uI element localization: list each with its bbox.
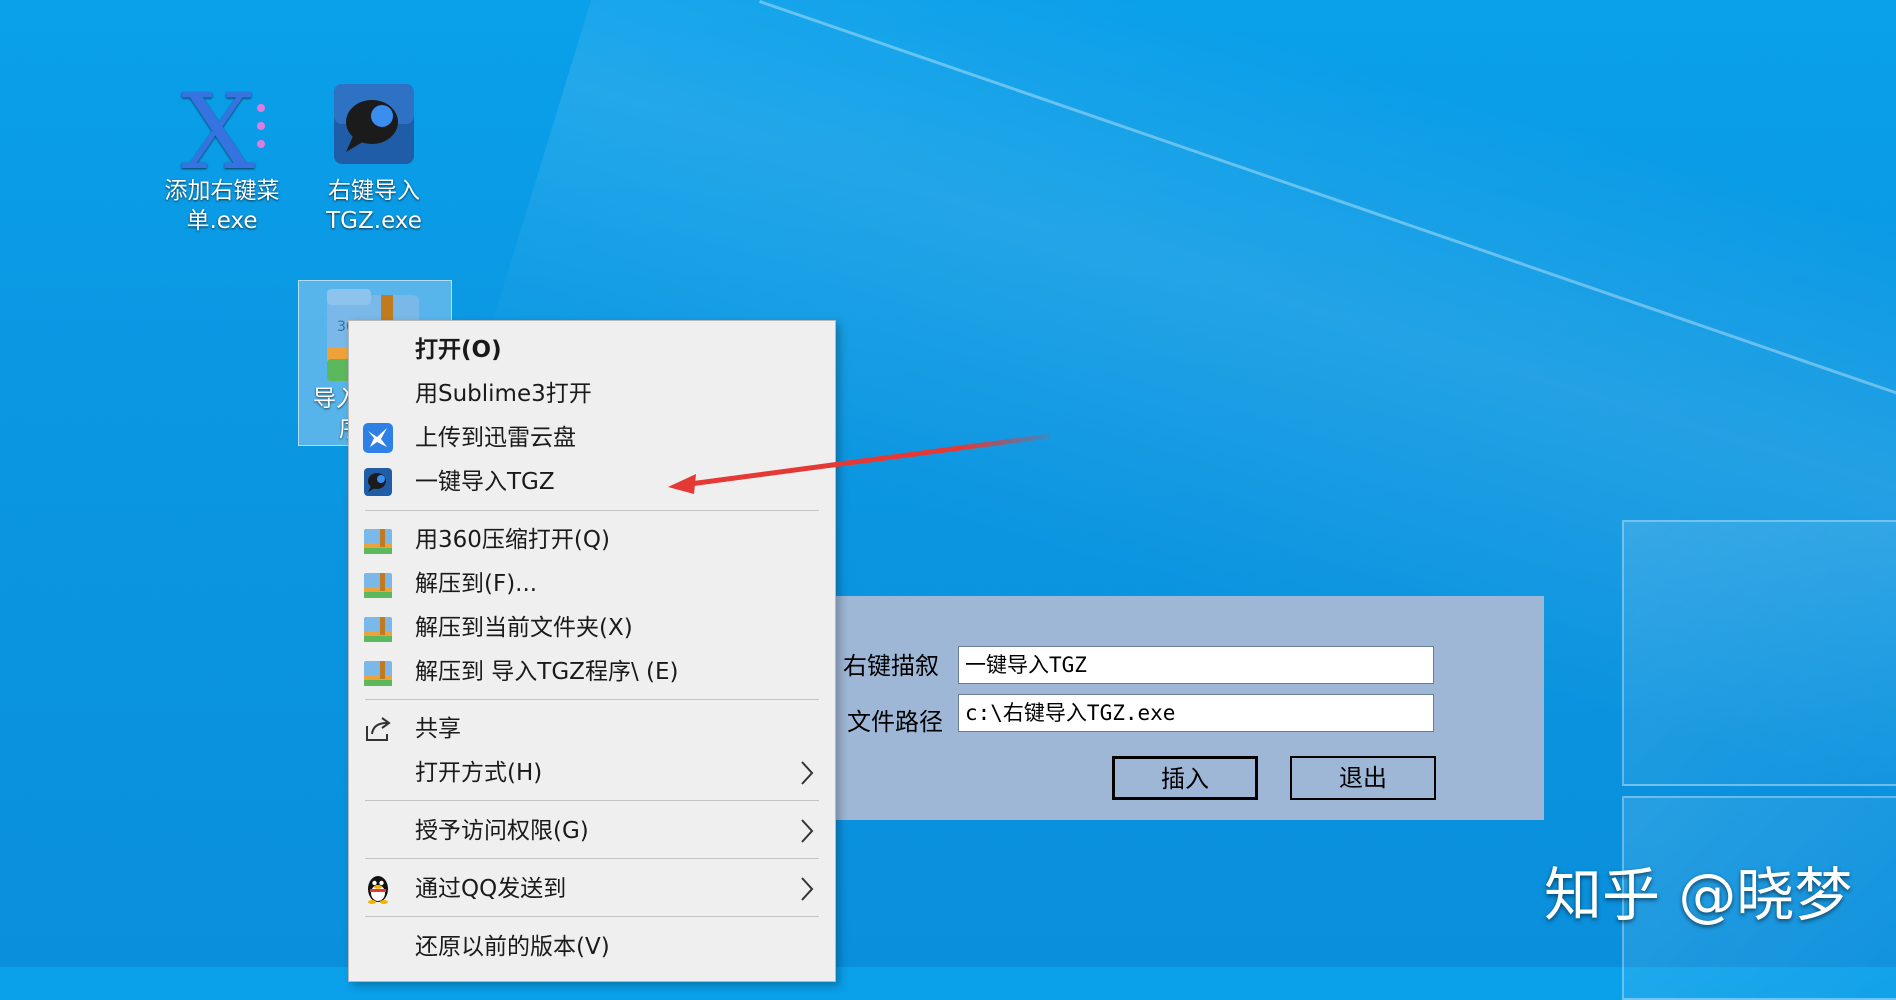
menu-item-label: 解压到(F)... [415, 571, 538, 597]
context-menu: 打开(O) 用Sublime3打开 上传到迅雷云盘 一键导入TGZ 用360压缩… [348, 320, 836, 982]
menu-separator [365, 858, 819, 859]
desktop-icon-import-tgz[interactable]: 右键导入 TGZ.exe [304, 82, 444, 236]
menu-item-upload-thunder[interactable]: 上传到迅雷云盘 [349, 416, 835, 460]
menu-item-open[interactable]: 打开(O) [349, 328, 835, 372]
menu-item-restore-previous[interactable]: 还原以前的版本(V) [349, 925, 835, 969]
speech-bubble-icon [329, 82, 419, 172]
desc-label: 右键描叙 [843, 652, 939, 680]
exit-button[interactable]: 退出 [1290, 756, 1436, 800]
menu-separator [365, 510, 819, 511]
menu-item-label: 解压到当前文件夹(X) [415, 615, 633, 641]
chevron-right-icon [797, 759, 817, 787]
menu-item-extract-here[interactable]: 解压到当前文件夹(X) [349, 606, 835, 650]
menu-item-open-360zip[interactable]: 用360压缩打开(Q) [349, 518, 835, 562]
menu-separator [365, 699, 819, 700]
archive-folder-icon [363, 657, 393, 687]
chevron-right-icon [797, 817, 817, 845]
menu-separator [365, 800, 819, 801]
menu-item-import-tgz[interactable]: 一键导入TGZ [349, 460, 835, 504]
menu-separator [365, 916, 819, 917]
path-label: 文件路径 [847, 708, 943, 736]
desktop-icon-add-context-menu[interactable]: X 添加右键菜 单.exe [152, 71, 292, 236]
menu-item-label: 打开(O) [415, 337, 502, 363]
archive-folder-icon [363, 613, 393, 643]
thunder-bird-icon [363, 423, 393, 453]
menu-item-label: 解压到 导入TGZ程序\ (E) [415, 659, 679, 685]
chevron-right-icon [797, 875, 817, 903]
menu-item-open-with[interactable]: 打开方式(H) [349, 751, 835, 795]
desktop-icon-label: 右键导入 TGZ.exe [326, 178, 422, 234]
menu-item-extract-to[interactable]: 解压到(F)... [349, 562, 835, 606]
menu-item-label: 一键导入TGZ [415, 469, 555, 495]
menu-item-label: 上传到迅雷云盘 [415, 425, 576, 451]
menu-item-label: 用360压缩打开(Q) [415, 527, 610, 553]
archive-folder-icon [363, 569, 393, 599]
path-input[interactable]: c:\右键导入TGZ.exe [958, 694, 1434, 732]
qq-penguin-icon [363, 874, 393, 904]
menu-item-send-via-qq[interactable]: 通过QQ发送到 [349, 867, 835, 911]
menu-item-label: 通过QQ发送到 [415, 876, 567, 902]
menu-item-extract-to-folder[interactable]: 解压到 导入TGZ程序\ (E) [349, 650, 835, 694]
x-purple-icon: X [177, 71, 267, 193]
watermark: 知乎 @晓梦 [1544, 861, 1853, 929]
insert-button[interactable]: 插入 [1112, 756, 1258, 800]
menu-item-open-sublime[interactable]: 用Sublime3打开 [349, 372, 835, 416]
menu-item-share[interactable]: 共享 [349, 707, 835, 751]
svg-text:X: X [181, 82, 255, 176]
menu-item-label: 打开方式(H) [415, 760, 543, 786]
archive-folder-icon [363, 525, 393, 555]
speech-bubble-icon [363, 467, 393, 497]
desktop-icon-label: 添加右键菜 单.exe [164, 178, 280, 234]
menu-item-label: 共享 [415, 716, 461, 742]
menu-item-label: 还原以前的版本(V) [415, 934, 610, 960]
desc-input[interactable]: 一键导入TGZ [958, 646, 1434, 684]
menu-item-label: 授予访问权限(G) [415, 818, 589, 844]
menu-item-grant-access[interactable]: 授予访问权限(G) [349, 809, 835, 853]
share-icon [363, 714, 393, 744]
import-dialog: 右键描叙 一键导入TGZ 文件路径 c:\右键导入TGZ.exe 插入 退出 [836, 596, 1544, 820]
menu-item-label: 用Sublime3打开 [415, 381, 592, 407]
